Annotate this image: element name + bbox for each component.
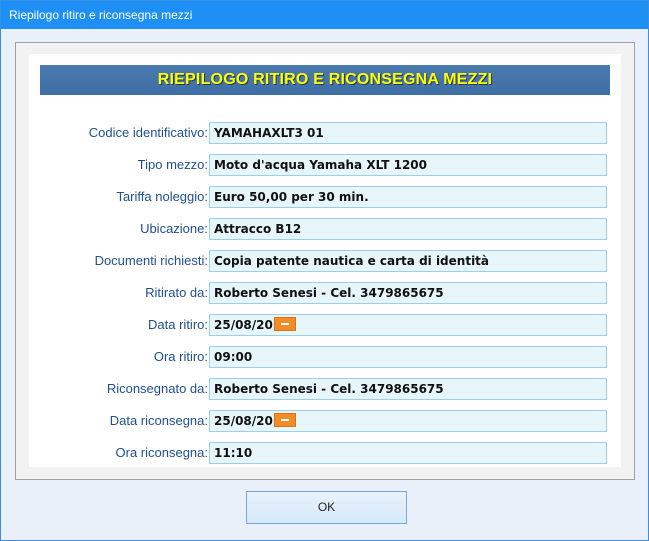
ubicazione-label: Ubicazione: [140, 221, 208, 236]
row-tipo-mezzo: Tipo mezzo: Moto d'acqua Yamaha XLT 1200 [29, 154, 621, 176]
ubicazione-value: Attracco B12 [214, 222, 302, 236]
data-ritiro-value: 25/08/20 [214, 318, 273, 332]
ritirato-da-label: Ritirato da: [145, 285, 208, 300]
ritirato-da-value: Roberto Senesi - Cel. 3479865675 [214, 286, 444, 300]
row-codice: Codice identificativo: YAMAHAXLT3 01 [29, 122, 621, 144]
ora-riconsegna-field[interactable]: 11:10 [209, 442, 607, 464]
row-ubicazione: Ubicazione: Attracco B12 [29, 218, 621, 240]
row-ora-riconsegna: Ora riconsegna: 11:10 [29, 442, 621, 464]
ora-ritiro-label: Ora ritiro: [153, 349, 208, 364]
data-riconsegna-label: Data riconsegna: [109, 413, 208, 428]
codice-field[interactable]: YAMAHAXLT3 01 [209, 122, 607, 144]
dialog-window: Riepilogo ritiro e riconsegna mezzi RIEP… [0, 0, 649, 541]
row-riconsegnato-da: Riconsegnato da: Roberto Senesi - Cel. 3… [29, 378, 621, 400]
row-ora-ritiro: Ora ritiro: 09:00 [29, 346, 621, 368]
ok-button[interactable]: OK [246, 491, 407, 524]
row-documenti: Documenti richiesti: Copia patente nauti… [29, 250, 621, 272]
calendar-icon[interactable] [273, 413, 296, 427]
row-tariffa: Tariffa noleggio: Euro 50,00 per 30 min. [29, 186, 621, 208]
documenti-label: Documenti richiesti: [94, 253, 208, 268]
title-bar: Riepilogo ritiro e riconsegna mezzi [1, 1, 648, 29]
tariffa-field[interactable]: Euro 50,00 per 30 min. [209, 186, 607, 208]
ora-ritiro-value: 09:00 [214, 350, 253, 364]
row-ritirato-da: Ritirato da: Roberto Senesi - Cel. 34798… [29, 282, 621, 304]
calendar-icon[interactable] [273, 317, 296, 331]
row-data-riconsegna: Data riconsegna: 25/08/20 [29, 410, 621, 432]
data-riconsegna-value: 25/08/20 [214, 414, 273, 428]
riconsegnato-da-label: Riconsegnato da: [106, 381, 208, 396]
window-title: Riepilogo ritiro e riconsegna mezzi [9, 8, 193, 22]
documenti-field[interactable]: Copia patente nautica e carta di identit… [209, 250, 607, 272]
ora-riconsegna-value: 11:10 [214, 446, 253, 460]
tipo-mezzo-label: Tipo mezzo: [137, 157, 208, 172]
ora-ritiro-field[interactable]: 09:00 [209, 346, 607, 368]
documenti-value: Copia patente nautica e carta di identit… [214, 254, 490, 268]
tipo-mezzo-field[interactable]: Moto d'acqua Yamaha XLT 1200 [209, 154, 607, 176]
tariffa-value: Euro 50,00 per 30 min. [214, 190, 369, 204]
codice-value: YAMAHAXLT3 01 [214, 126, 324, 140]
riconsegnato-da-value: Roberto Senesi - Cel. 3479865675 [214, 382, 444, 396]
riconsegnato-da-field[interactable]: Roberto Senesi - Cel. 3479865675 [209, 378, 607, 400]
codice-label: Codice identificativo: [88, 125, 208, 140]
panel-header: RIEPILOGO RITIRO E RICONSEGNA MEZZI [40, 65, 610, 95]
tipo-mezzo-value: Moto d'acqua Yamaha XLT 1200 [214, 158, 428, 172]
data-riconsegna-field[interactable]: 25/08/20 [209, 410, 607, 432]
summary-panel: RIEPILOGO RITIRO E RICONSEGNA MEZZI Codi… [29, 54, 621, 467]
tariffa-label: Tariffa noleggio: [116, 189, 208, 204]
ritirato-da-field[interactable]: Roberto Senesi - Cel. 3479865675 [209, 282, 607, 304]
summary-frame: RIEPILOGO RITIRO E RICONSEGNA MEZZI Codi… [15, 42, 635, 480]
data-ritiro-label: Data ritiro: [148, 317, 208, 332]
ubicazione-field[interactable]: Attracco B12 [209, 218, 607, 240]
ora-riconsegna-label: Ora riconsegna: [115, 445, 209, 460]
row-data-ritiro: Data ritiro: 25/08/20 [29, 314, 621, 336]
data-ritiro-field[interactable]: 25/08/20 [209, 314, 607, 336]
